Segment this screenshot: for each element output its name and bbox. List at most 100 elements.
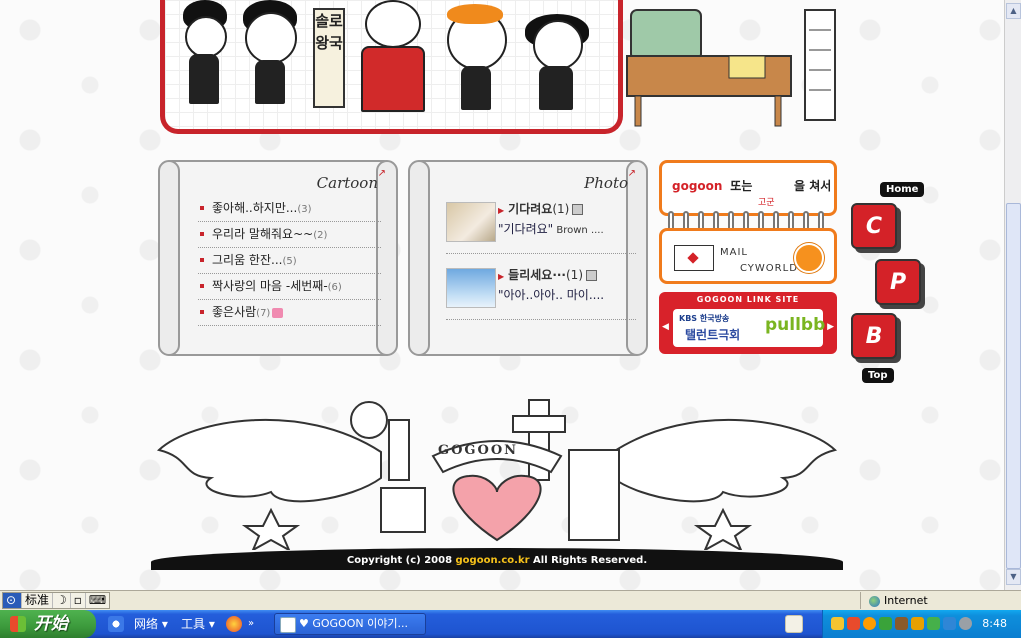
cartoon-title[interactable]: Cartoon: [317, 174, 378, 192]
list-item-count: (5): [282, 256, 297, 267]
scroll-down-button[interactable]: ▼: [1006, 569, 1021, 585]
list-item[interactable]: 좋아해..하지만...(3): [198, 196, 381, 222]
next-arrow-icon[interactable]: ▶: [827, 322, 834, 332]
browser-viewport: 솔로왕국 Cartoon ↗ 좋아해..하지만...(3) 우리라 말해줘요~~…: [0, 0, 1021, 590]
clock[interactable]: 8:48: [982, 610, 1007, 638]
list-item[interactable]: 그리움 한잔...(5): [198, 248, 381, 274]
bullet-icon: [200, 205, 204, 210]
volume-icon[interactable]: [959, 617, 972, 630]
moon-icon[interactable]: ☽: [53, 593, 71, 608]
b-button[interactable]: B: [851, 313, 897, 359]
network-tray-icon[interactable]: [943, 617, 956, 630]
camera-icon: [572, 204, 584, 215]
list-item-label[interactable]: 그리움 한잔...: [212, 253, 282, 267]
top-button[interactable]: Top: [862, 368, 894, 383]
tray-app-icon-2[interactable]: [879, 617, 892, 630]
search-text: 또는: [730, 179, 753, 193]
ime-mode-label[interactable]: 标准: [22, 593, 54, 608]
scroll-roll-left: [408, 160, 430, 356]
c-button[interactable]: C: [851, 203, 897, 249]
character-face: [185, 16, 227, 58]
internet-globe-icon: [869, 595, 880, 607]
list-item-label[interactable]: 우리라 말해줘요~~: [212, 227, 313, 241]
photo-title[interactable]: Photo: [584, 174, 628, 192]
browser-quicklaunch-icon[interactable]: [226, 616, 242, 632]
photo-thumbnail[interactable]: [446, 268, 496, 308]
banner-sign: 솔로왕국: [313, 8, 345, 108]
photo-item-caption[interactable]: "아아..아아.. 마이....: [498, 286, 604, 303]
list-item-count: (7): [256, 308, 271, 319]
vertical-scrollbar[interactable]: ▲ ▼: [1004, 0, 1021, 590]
camera-icon: [586, 270, 597, 281]
divider: [446, 253, 636, 254]
list-item[interactable]: 짝사랑의 마음 -세번째-(6): [198, 274, 381, 300]
ime-logo-icon[interactable]: ⊙: [3, 593, 22, 608]
character-face: [245, 12, 297, 64]
start-button[interactable]: 开始: [0, 610, 96, 638]
messenger-icon-2[interactable]: [847, 617, 860, 630]
photo-item-title[interactable]: ▶ 기다려요(1): [498, 200, 584, 217]
cyworld-icon[interactable]: [794, 243, 824, 273]
triangle-icon: ▶: [498, 206, 505, 215]
arrow-icon: ↗: [377, 168, 386, 179]
network-toolbar[interactable]: 网络 ▾: [134, 610, 168, 638]
character-body: [255, 60, 285, 104]
divider: [446, 319, 636, 320]
list-item-count: (6): [327, 282, 342, 293]
more-chevron-icon[interactable]: »: [248, 610, 254, 638]
home-button[interactable]: Home: [880, 182, 925, 197]
list-item-label[interactable]: 짝사랑의 마음 -세번째-: [212, 279, 328, 293]
triangle-icon: ▶: [498, 272, 505, 281]
character-body: [539, 66, 573, 110]
status-bar: ⊙ 标准 ☽ ▫ ⌨ Internet: [0, 590, 1021, 610]
ie-window-icon: [280, 617, 296, 633]
tray-app-icon[interactable]: [863, 617, 876, 630]
mail-label[interactable]: MAIL: [720, 247, 748, 258]
shield-icon[interactable]: [927, 617, 940, 630]
mail-envelope-icon[interactable]: [674, 245, 714, 271]
search-keyword-box[interactable]: gogoon 또는 을 쳐서 고군: [659, 160, 837, 216]
footer-site-link[interactable]: gogoon.co.kr: [456, 555, 530, 566]
gogoon-ribbon-text: GOGOON: [438, 443, 519, 458]
prev-arrow-icon[interactable]: ◀: [662, 322, 669, 332]
bottom-illustration: [156, 399, 838, 550]
list-item[interactable]: 좋은사람(7): [198, 300, 381, 326]
photo-item-title[interactable]: ▶ 들리세요···(1): [498, 266, 597, 283]
ime-toolbar[interactable]: ⊙ 标准 ☽ ▫ ⌨: [2, 592, 111, 609]
cartoon-panel: Cartoon ↗ 좋아해..하지만...(3) 우리라 말해줘요~~(2) 그…: [158, 160, 398, 356]
punctuation-icon[interactable]: ▫: [71, 593, 86, 608]
desk-illustration: [626, 9, 836, 127]
tray-app-icon-4[interactable]: [911, 617, 924, 630]
tray-app-icon-3[interactable]: [895, 617, 908, 630]
photo-item-caption[interactable]: "기다려요" Brown ....: [498, 220, 604, 237]
link-site-banner: KBS 한국방송 탤런트극회 pullbb: [673, 309, 825, 347]
taskbar-window-button[interactable]: ♥ GOGOON 이야기...: [274, 613, 426, 635]
mail-cyworld-box[interactable]: MAIL CYWORLD: [659, 228, 837, 284]
character-body: [461, 66, 491, 110]
quicklaunch-icon[interactable]: [108, 616, 124, 632]
pullbb-link[interactable]: pullbb: [765, 315, 825, 335]
scroll-roll-left: [158, 160, 180, 356]
language-bar-icon[interactable]: [785, 615, 803, 633]
p-button[interactable]: P: [875, 259, 921, 305]
tools-toolbar[interactable]: 工具 ▾: [181, 610, 215, 638]
photo-thumbnail[interactable]: [446, 202, 496, 242]
cyworld-label[interactable]: CYWORLD: [740, 263, 798, 274]
system-tray: 8:48: [822, 610, 1021, 638]
taskbar: 开始 网络 ▾ 工具 ▾ » ♥ GOGOON 이야기... 8:48: [0, 610, 1021, 638]
scrollbar-thumb[interactable]: [1006, 203, 1021, 569]
scroll-roll-right: [626, 160, 648, 356]
top-banner: 솔로왕국: [160, 0, 623, 134]
list-item-label[interactable]: 좋은사람: [212, 305, 256, 319]
heart-icon: [272, 307, 284, 318]
messenger-icon[interactable]: [831, 617, 844, 630]
kbs-link[interactable]: KBS 한국방송: [679, 313, 729, 324]
keyboard-icon[interactable]: ⌨: [86, 593, 109, 608]
list-item-count: (3): [297, 204, 312, 215]
list-item-label[interactable]: 좋아해..하지만...: [212, 201, 297, 215]
cartoon-list: 좋아해..하지만...(3) 우리라 말해줘요~~(2) 그리움 한잔...(5…: [198, 196, 381, 326]
talent-link[interactable]: 탤런트극회: [685, 326, 740, 343]
list-item-count: (2): [313, 230, 328, 241]
scroll-up-button[interactable]: ▲: [1006, 3, 1021, 19]
list-item[interactable]: 우리라 말해줘요~~(2): [198, 222, 381, 248]
